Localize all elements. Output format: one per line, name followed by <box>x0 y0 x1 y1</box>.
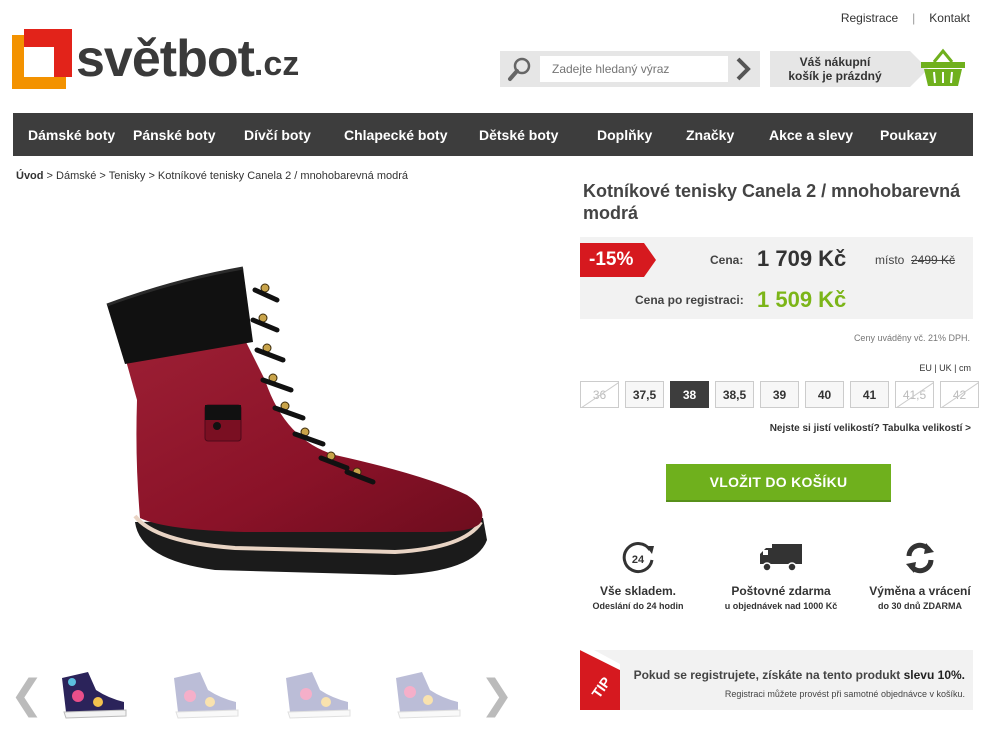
size-option: 41,5 <box>895 381 934 408</box>
nav-item-akce[interactable]: Akce a slevy <box>769 113 853 156</box>
nav-item-panske[interactable]: Pánské boty <box>133 113 215 156</box>
basket-icon[interactable] <box>920 48 966 88</box>
contact-link[interactable]: Kontakt <box>929 11 970 25</box>
site-logo[interactable]: světbot .cz <box>12 28 402 90</box>
vat-note: Ceny uváděny vč. 21% DPH. <box>853 333 970 343</box>
feature-returns: Výměna a vrácení do 30 dnů ZDARMA <box>850 538 988 611</box>
breadcrumb-home[interactable]: Úvod <box>16 170 44 182</box>
tip-message: Pokud se registrujete, získáte na tento … <box>634 668 965 682</box>
size-option: 36 <box>580 381 619 408</box>
size-option[interactable]: 38,5 <box>715 381 754 408</box>
breadcrumb: Úvod > Dámské > Tenisky > Kotníkové teni… <box>16 170 408 182</box>
size-option[interactable]: 41 <box>850 381 889 408</box>
feature-free-shipping: Poštovné zdarma u objednávek nad 1000 Kč <box>711 538 851 611</box>
nav-item-poukazy[interactable]: Poukazy <box>880 113 937 156</box>
thumb-prev-icon[interactable]: ❮ <box>10 675 44 715</box>
size-option: 42 <box>940 381 979 408</box>
feature-subtitle: Odeslání do 24 hodin <box>592 601 684 611</box>
price-label: Cena: <box>710 253 744 267</box>
product-thumbnail[interactable] <box>282 668 354 720</box>
main-nav: Dámské boty Pánské boty Dívčí boty Chlap… <box>13 113 973 156</box>
cart-line-1: Váš nákupní <box>799 55 871 69</box>
search-submit-button[interactable] <box>728 51 758 87</box>
nav-item-divci[interactable]: Dívčí boty <box>244 113 311 156</box>
tip-badge: TIP <box>580 650 620 710</box>
logo-tld: .cz <box>253 45 300 83</box>
clock-24-icon: 24 <box>622 542 654 574</box>
old-price: 2499 Kč <box>911 253 956 267</box>
nav-item-detske[interactable]: Dětské boty <box>479 113 558 156</box>
old-price-label: místo <box>875 253 905 267</box>
price-box: -15% Cena: 1 709 Kč místo 2499 Kč Cena p… <box>580 237 973 319</box>
product-title: Kotníkové tenisky Canela 2 / mnohobarevn… <box>583 181 961 223</box>
size-chart-link[interactable]: Nejste si jistí velikostí? Tabulka velik… <box>770 423 971 434</box>
nav-item-chlapecke[interactable]: Chlapecké boty <box>344 113 447 156</box>
svg-text:24: 24 <box>632 554 645 566</box>
size-selector: 36 37,5 38 38,5 39 40 41 41,5 42 <box>580 381 979 408</box>
discount-badge: -15% <box>580 243 656 277</box>
cart-line-2: košík je prázdný <box>788 69 882 83</box>
product-main-image[interactable] <box>95 260 495 620</box>
tip-message-text: Pokud se registrujete, získáte na tento … <box>633 668 904 682</box>
register-link[interactable]: Registrace <box>841 11 898 25</box>
feature-title: Výměna a vrácení <box>869 584 971 598</box>
thumb-next-icon[interactable]: ❯ <box>480 675 514 715</box>
logo-name: světbot <box>76 30 255 88</box>
nav-item-damske[interactable]: Dámské boty <box>28 113 115 156</box>
nav-item-znacky[interactable]: Značky <box>686 113 734 156</box>
tip-subtext: Registraci můžete provést při samotné ob… <box>724 689 965 699</box>
feature-title: Poštovné zdarma <box>731 584 831 598</box>
size-units-switch[interactable]: EU | UK | cm <box>919 363 971 373</box>
feature-in-stock: 24 Vše skladem. Odeslání do 24 hodin <box>568 538 708 611</box>
feature-subtitle: do 30 dnů ZDARMA <box>878 601 962 611</box>
reg-price: 1 509 Kč <box>757 287 847 312</box>
reg-price-label: Cena po registraci: <box>635 293 744 307</box>
cart-summary[interactable]: Váš nákupní košík je prázdný <box>770 51 928 87</box>
chevron-right-icon <box>736 57 751 81</box>
size-option[interactable]: 40 <box>805 381 844 408</box>
search-bar <box>500 51 760 87</box>
size-option[interactable]: 37,5 <box>625 381 664 408</box>
feature-title: Vše skladem. <box>599 584 677 598</box>
product-thumbnail[interactable] <box>170 668 242 720</box>
feature-subtitle: u objednávek nad 1000 Kč <box>724 601 838 611</box>
product-thumbnail[interactable] <box>58 668 130 720</box>
logo-mark-icon <box>12 29 72 89</box>
size-option-selected[interactable]: 38 <box>670 381 709 408</box>
search-icon <box>500 51 540 87</box>
separator: | <box>912 11 916 25</box>
registration-tip: TIP Pokud se registrujete, získáte na te… <box>580 650 973 710</box>
breadcrumb-path[interactable]: > Dámské > Tenisky > Kotníkové tenisky C… <box>44 170 408 182</box>
product-thumbnail[interactable] <box>392 668 464 720</box>
refresh-icon <box>906 542 934 574</box>
nav-item-doplnky[interactable]: Doplňky <box>597 113 652 156</box>
truck-icon <box>760 544 802 572</box>
price-current: 1 709 Kč <box>757 246 847 271</box>
tip-message-highlight: slevu 10%. <box>903 668 965 682</box>
search-input[interactable] <box>540 56 728 82</box>
size-option[interactable]: 39 <box>760 381 799 408</box>
add-to-cart-button[interactable]: VLOŽIT DO KOŠÍKU <box>666 464 891 502</box>
top-links: Registrace | Kontakt <box>841 11 970 25</box>
